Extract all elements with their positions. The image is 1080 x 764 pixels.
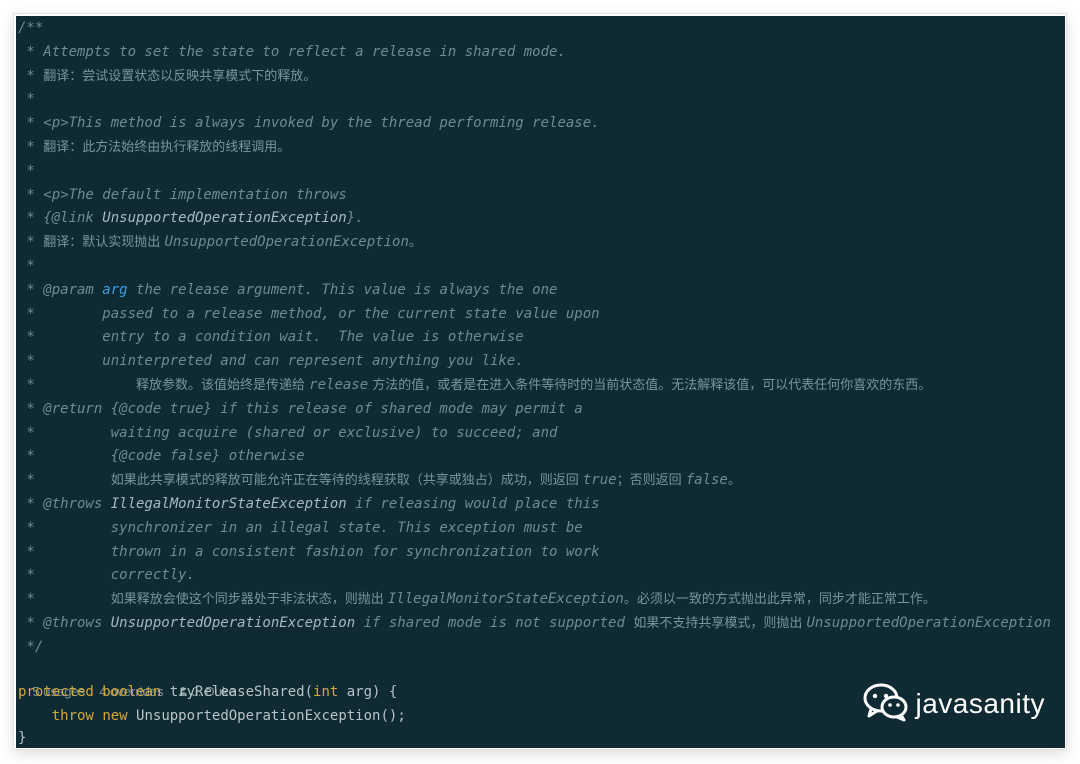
watermark-text: javasanity	[915, 688, 1045, 719]
method-close-brace: }	[18, 730, 27, 746]
keyword: throw	[51, 708, 94, 724]
doc-line: * {@link UnsupportedOperationException}.	[18, 210, 364, 227]
doc-line: * 翻译：默认实现抛出 UnsupportedOperationExceptio…	[18, 234, 422, 251]
doc-line: * <p>The default implementation throws	[18, 186, 347, 203]
doc-line: /**	[18, 20, 44, 36]
doc-line: * <p>This method is always invoked by th…	[18, 115, 600, 132]
doc-line: *	[18, 258, 35, 274]
doc-line: * @param arg the release argument. This …	[18, 281, 558, 298]
param-name[interactable]: arg	[102, 282, 127, 298]
keyword: int	[313, 684, 339, 700]
doc-line: * correctly.	[18, 567, 196, 584]
doc-line: * passed to a release method, or the cur…	[18, 305, 600, 322]
method-signature: protected boolean tryReleaseShared(int a…	[18, 684, 398, 700]
doc-line: * 翻译：尝试设置状态以反映共享模式下的释放。	[18, 67, 317, 84]
wechat-icon	[863, 682, 909, 726]
doc-line: * 如果此共享模式的释放可能允许正在等待的线程获取（共享或独占）成功，则返回 t…	[18, 472, 741, 489]
doc-link-reference[interactable]: UnsupportedOperationException	[102, 210, 346, 226]
doc-line: * 翻译：此方法始终由执行释放的线程调用。	[18, 139, 291, 155]
doc-line: * @throws IllegalMonitorStateException i…	[18, 496, 600, 512]
doc-line: * thrown in a consistent fashion for syn…	[18, 543, 600, 560]
watermark: javasanity	[863, 682, 1045, 726]
method-body-line: throw new UnsupportedOperationException(…	[51, 708, 406, 724]
doc-line: *	[18, 162, 35, 179]
doc-link-reference[interactable]: IllegalMonitorStateException	[111, 496, 347, 512]
doc-line: * synchronizer in an illegal state. This…	[18, 519, 583, 536]
doc-line: * 如果释放会使这个同步器处于非法状态，则抛出 IllegalMonitorSt…	[18, 591, 936, 608]
keyword: protected	[18, 684, 94, 700]
doc-line: * 释放参数。该值始终是传递给 release 方法的值，或者是在进入条件等待时…	[18, 377, 932, 393]
doc-link-reference[interactable]: UnsupportedOperationException	[111, 615, 355, 631]
doc-line: * @return {@code true} if this release o…	[18, 400, 583, 417]
doc-line: * {@code false} otherwise	[18, 448, 305, 465]
doc-line: * entry to a condition wait. The value i…	[18, 329, 524, 346]
doc-line: * Attempts to set the state to reflect a…	[18, 43, 566, 60]
doc-line: * @throws UnsupportedOperationException …	[18, 615, 1051, 631]
doc-line: * uninterpreted and can represent anythi…	[18, 353, 524, 370]
code-vision-hints: 5 usages 4 overrides J. Duke	[18, 656, 264, 699]
doc-line: * waiting acquire (shared or exclusive) …	[18, 424, 558, 441]
doc-line: *	[18, 91, 35, 108]
keyword: new	[102, 708, 128, 724]
code-editor[interactable]: /** * Attempts to set the state to refle…	[16, 16, 1065, 748]
keyword: boolean	[102, 684, 162, 700]
